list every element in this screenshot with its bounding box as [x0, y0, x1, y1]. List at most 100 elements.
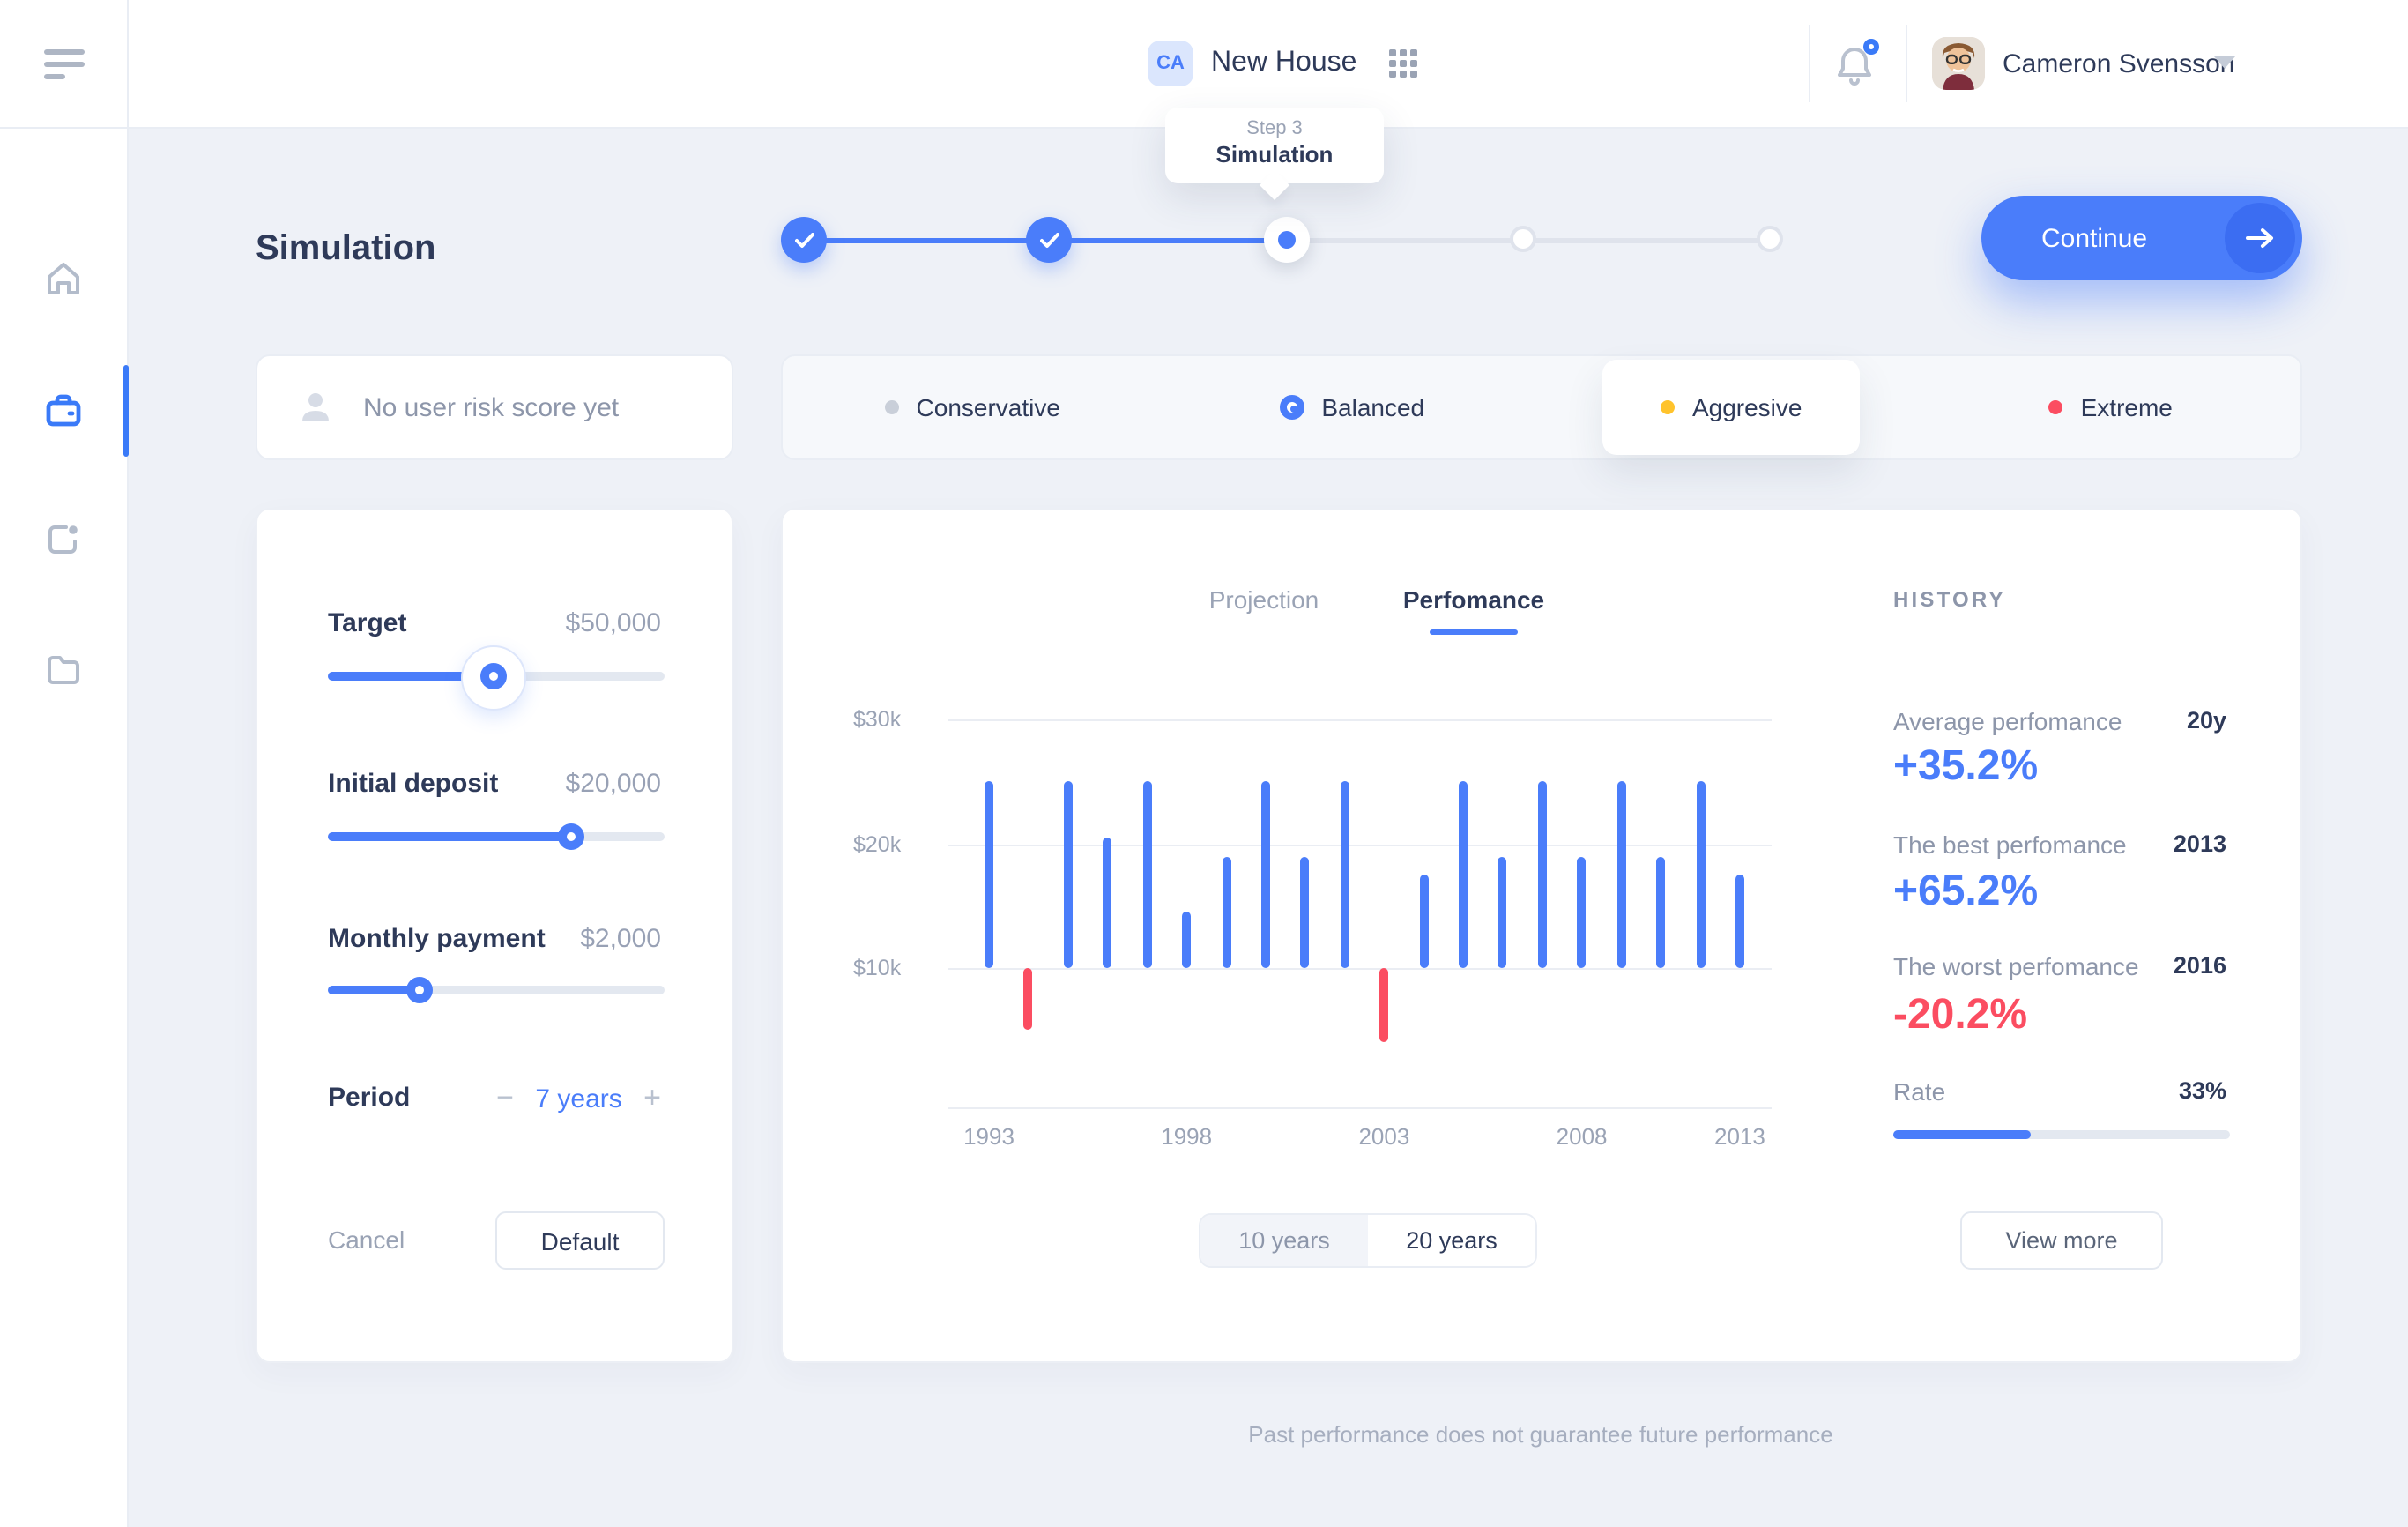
bar-positive-1998	[1182, 912, 1191, 968]
risk-dot-icon	[885, 400, 899, 414]
sidebar-item-home[interactable]	[0, 233, 127, 324]
performance-panel: Projection Perfomance HISTORY $10k $20k $3…	[781, 508, 2302, 1363]
slider-value-initial-deposit: $20,000	[566, 769, 661, 799]
bar-positive-2000	[1261, 782, 1270, 969]
slider-track-monthly-payment[interactable]	[328, 986, 665, 994]
slider-knob-target[interactable]	[479, 663, 506, 689]
arrow-right-icon	[2225, 203, 2295, 273]
history-row-meta: 20y	[2187, 707, 2226, 734]
history-row-label: The worst perfomance	[1893, 952, 2139, 980]
risk-option-extreme[interactable]: Extreme	[1921, 356, 2301, 458]
rate-value: 33%	[2179, 1077, 2226, 1104]
history-row-value: +65.2%	[1893, 868, 2038, 917]
rate-label: Rate	[1893, 1077, 1945, 1106]
step-tooltip-label: Step 3	[1165, 118, 1384, 139]
project-header: CA New House	[1148, 41, 1416, 86]
slider-label-target: Target	[328, 608, 406, 638]
step-tooltip: Step 3 Simulation	[1165, 108, 1384, 183]
stepper-step-1-completed[interactable]	[781, 217, 827, 263]
bar-positive-2002	[1341, 782, 1349, 969]
continue-label: Continue	[2041, 223, 2147, 253]
y-axis-tick-label: $30k	[853, 707, 941, 732]
tab-projection[interactable]: Projection	[1167, 585, 1361, 614]
continue-button[interactable]: Continue	[1981, 196, 2302, 280]
tab-performance[interactable]: Perfomance	[1377, 585, 1571, 614]
risk-option-balanced[interactable]: Balanced	[1163, 356, 1542, 458]
stepper-step-5-upcoming[interactable]	[1757, 217, 1783, 252]
y-axis-tick-label: $10k	[853, 956, 941, 980]
user-silhouette-icon	[296, 388, 335, 427]
slider-knob-monthly-payment[interactable]	[405, 977, 432, 1003]
hamburger-menu-icon[interactable]	[44, 49, 85, 79]
bar-positive-1997	[1142, 782, 1151, 969]
bar-positive-1999	[1222, 856, 1230, 968]
simulation-controls-panel: Period − 7 years + Cancel Default Target…	[256, 508, 733, 1363]
check-icon	[794, 232, 814, 248]
home-icon	[44, 259, 83, 298]
risk-option-conservative[interactable]: Conservative	[783, 356, 1163, 458]
bar-positive-2006	[1498, 856, 1507, 968]
x-axis-line	[948, 1107, 1772, 1109]
page-title: Simulation	[256, 229, 435, 270]
history-row-value: -20.2%	[1893, 991, 2027, 1040]
sidebar-item-portfolio[interactable]	[0, 365, 127, 457]
slider-track-target[interactable]	[328, 672, 665, 681]
check-icon	[1039, 232, 1059, 248]
sidebar-item-documents[interactable]	[0, 624, 127, 716]
x-axis-tick-label: 2003	[1327, 1123, 1440, 1150]
risk-score-empty-label: No user risk score yet	[363, 392, 619, 422]
progress-stepper	[781, 215, 1795, 264]
bar-positive-2012	[1735, 875, 1744, 968]
project-badge: CA	[1148, 41, 1193, 86]
bar-positive-2010	[1656, 856, 1665, 968]
disclaimer-text: Past performance does not guarantee futu…	[1012, 1421, 2070, 1448]
bar-positive-1995	[1064, 782, 1073, 969]
y-axis-tick-label: $20k	[853, 831, 941, 856]
sidebar-active-indicator	[123, 365, 129, 457]
period-value: 7 years	[535, 1084, 621, 1114]
history-row-meta: 2013	[2174, 831, 2226, 857]
slider-knob-initial-deposit[interactable]	[557, 823, 583, 850]
bar-negative-1994	[1024, 968, 1033, 1031]
stepper-step-3-active[interactable]	[1264, 217, 1310, 263]
risk-dot-icon	[2049, 400, 2063, 414]
history-row-meta: 2016	[2174, 952, 2226, 979]
range-toggle: 10 years 20 years	[1199, 1213, 1537, 1268]
folder-icon	[44, 651, 83, 689]
user-avatar[interactable]	[1932, 37, 1985, 90]
apps-grid-icon[interactable]	[1388, 49, 1416, 78]
history-row-label: Average perfomance	[1893, 707, 2122, 735]
stepper-step-4-upcoming[interactable]	[1510, 217, 1536, 252]
tooltip-caret	[1260, 170, 1289, 200]
range-20-years[interactable]: 20 years	[1368, 1215, 1535, 1266]
app-window: CA New House Cam	[0, 0, 2408, 1527]
header-divider	[1906, 25, 1907, 102]
bar-positive-2008	[1578, 856, 1587, 968]
sidebar-item-reports[interactable]	[0, 494, 127, 585]
period-increase-button[interactable]: +	[643, 1081, 661, 1114]
notification-badge	[1863, 39, 1879, 55]
risk-score-card: No user risk score yet	[256, 354, 733, 460]
history-row-label: The best perfomance	[1893, 831, 2127, 859]
active-tab-underline	[1430, 629, 1518, 635]
risk-option-aggresive[interactable]: Aggresive	[1542, 356, 1921, 458]
period-decrease-button[interactable]: −	[496, 1081, 514, 1114]
range-10-years[interactable]: 10 years	[1200, 1215, 1368, 1266]
view-more-button[interactable]: View more	[1960, 1211, 2163, 1270]
bar-positive-2005	[1459, 782, 1468, 969]
bar-positive-2011	[1696, 782, 1705, 969]
stepper-step-2-completed[interactable]	[1026, 217, 1072, 263]
header-menu-cell	[0, 0, 129, 127]
history-title: HISTORY	[1893, 587, 2006, 612]
rate-progress-fill	[1893, 1130, 2032, 1139]
notification-bell-icon[interactable]	[1835, 44, 1874, 86]
radio-selected-icon	[1279, 395, 1304, 420]
slider-label-monthly-payment: Monthly payment	[328, 924, 546, 954]
x-axis-tick-label: 2013	[1683, 1123, 1796, 1150]
default-button[interactable]: Default	[495, 1211, 665, 1270]
bar-positive-2004	[1419, 875, 1428, 968]
user-menu-caret-icon[interactable]	[2214, 56, 2235, 69]
header-divider	[1809, 25, 1810, 102]
cancel-button[interactable]: Cancel	[328, 1225, 405, 1254]
slider-track-initial-deposit[interactable]	[328, 832, 665, 841]
